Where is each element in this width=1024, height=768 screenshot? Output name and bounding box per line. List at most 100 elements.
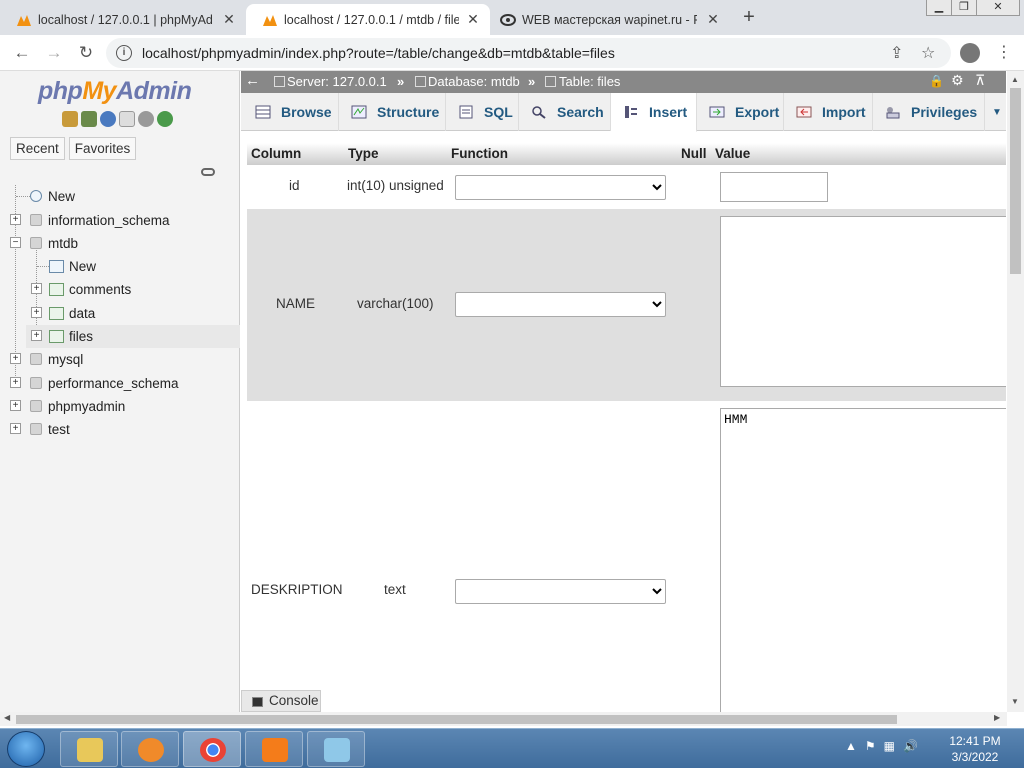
tree-item-mtdb-new[interactable]: New	[69, 255, 96, 277]
header-value: Value	[715, 146, 751, 161]
network-icon[interactable]: ▦	[884, 739, 895, 753]
taskbar-explorer[interactable]	[60, 731, 118, 767]
close-window-icon[interactable]: ✕	[976, 0, 1020, 16]
taskbar-media-player[interactable]	[121, 731, 179, 767]
new-tab-button[interactable]: +	[738, 6, 760, 28]
tab-browse[interactable]: Browse	[241, 93, 339, 131]
lock-icon[interactable]: 🔒	[929, 74, 944, 88]
volume-icon[interactable]: 🔊	[903, 739, 918, 753]
window-controls: ▁ ❐ ✕	[926, 0, 1020, 18]
profile-avatar-icon[interactable]	[960, 43, 980, 63]
forward-arrow-icon[interactable]: →	[42, 41, 66, 65]
function-select[interactable]	[455, 579, 666, 604]
share-icon[interactable]: ⇪	[890, 43, 903, 63]
scroll-down-icon[interactable]: ▼	[1011, 697, 1019, 706]
recent-tab[interactable]: Recent	[10, 137, 65, 160]
horizontal-scrollbar[interactable]: ◀ ▶	[0, 712, 1007, 726]
scrollbar-thumb[interactable]	[1010, 88, 1021, 274]
value-textarea-deskription[interactable]: HMM	[720, 408, 1006, 712]
home-icon[interactable]	[62, 111, 78, 127]
tree-item-mysql[interactable]: mysql	[48, 348, 83, 370]
scrollbar-thumb[interactable]	[16, 715, 897, 724]
value-textarea-name[interactable]	[720, 216, 1006, 387]
expand-icon[interactable]: +	[10, 353, 21, 364]
close-tab-icon[interactable]: ✕	[464, 10, 482, 28]
function-select[interactable]	[455, 292, 666, 317]
expand-icon[interactable]: +	[10, 214, 21, 225]
tab-search-label: Search	[557, 104, 604, 120]
reload-icon[interactable]: ↻	[74, 41, 98, 65]
tab-search[interactable]: Search	[519, 93, 611, 131]
console-button[interactable]: Console	[241, 690, 321, 712]
taskbar-chrome[interactable]	[183, 731, 241, 767]
tab-sql[interactable]: SQL	[446, 93, 519, 131]
tree-item-comments[interactable]: comments	[69, 278, 131, 300]
minimize-panel-icon[interactable]: ⊼	[975, 72, 985, 89]
collapse-icon[interactable]: −	[10, 237, 21, 248]
breadcrumb-table[interactable]: Table: files	[559, 74, 620, 89]
address-bar[interactable]: i localhost/phpmyadmin/index.php?route=/…	[106, 38, 951, 68]
favorites-tab[interactable]: Favorites	[68, 137, 137, 160]
back-arrow-icon[interactable]: ←	[10, 41, 34, 65]
collapse-arrow-icon[interactable]: ←	[245, 72, 260, 89]
restore-icon[interactable]: ❐	[951, 0, 977, 16]
start-button[interactable]	[7, 731, 45, 767]
tree-item-data[interactable]: data	[69, 302, 95, 324]
expand-icon[interactable]: +	[31, 283, 42, 294]
tree-item-performance-schema[interactable]: performance_schema	[48, 372, 179, 394]
taskbar: ▲ ⚑ ▦ 🔊 12:41 PM 3/3/2022	[0, 728, 1024, 768]
taskbar-xampp[interactable]	[245, 731, 303, 767]
phpmyadmin-logo[interactable]: phpMyAdmin	[38, 77, 192, 106]
site-info-icon[interactable]: i	[116, 45, 132, 61]
expand-icon[interactable]: +	[31, 330, 42, 341]
tree-item-phpmyadmin[interactable]: phpmyadmin	[48, 395, 125, 417]
bookmark-star-icon[interactable]: ☆	[921, 43, 935, 63]
tab-structure[interactable]: Structure	[339, 93, 446, 131]
browser-menu-icon[interactable]: ⋮	[996, 43, 1012, 63]
browser-tab-1[interactable]: localhost / 127.0.0.1 | phpMyAdmin ✕	[0, 4, 246, 35]
minimize-icon[interactable]: ▁	[926, 0, 952, 16]
reload-navigation-icon[interactable]	[157, 111, 173, 127]
settings-gear-icon[interactable]	[138, 111, 154, 127]
documentation-icon[interactable]	[119, 111, 135, 127]
database-icon	[415, 76, 426, 87]
browser-tab-2[interactable]: localhost / 127.0.0.1 / mtdb / files ✕	[246, 4, 490, 35]
function-select[interactable]	[455, 175, 666, 200]
tab-import[interactable]: Import	[784, 93, 873, 131]
settings-gear-icon[interactable]: ⚙	[951, 72, 964, 89]
action-center-icon[interactable]: ⚑	[865, 739, 876, 753]
tab-export[interactable]: Export	[697, 93, 784, 131]
tree-item-information-schema[interactable]: information_schema	[48, 209, 170, 231]
breadcrumb-server[interactable]: Server: 127.0.0.1	[287, 74, 387, 89]
breadcrumb-database[interactable]: Database: mtdb	[428, 74, 520, 89]
browser-tab-3[interactable]: WEB мастерская wapinet.ru - F4 ✕	[484, 4, 730, 35]
close-tab-icon[interactable]: ✕	[704, 10, 722, 28]
link-with-main-panel-icon[interactable]	[201, 168, 215, 176]
tab-privileges[interactable]: Privileges	[873, 93, 985, 131]
new-database-icon[interactable]	[30, 190, 42, 202]
expand-icon[interactable]: +	[10, 400, 21, 411]
help-icon[interactable]	[100, 111, 116, 127]
value-input-id[interactable]	[720, 172, 828, 202]
tree-item-files[interactable]: files	[69, 325, 93, 347]
scroll-up-icon[interactable]: ▲	[1011, 75, 1019, 84]
scroll-left-icon[interactable]: ◀	[4, 713, 10, 722]
tabs-more-dropdown[interactable]: ▼	[985, 93, 1006, 131]
vertical-scrollbar[interactable]: ▲ ▼	[1007, 71, 1024, 712]
new-table-icon[interactable]	[49, 260, 64, 273]
logout-icon[interactable]	[81, 111, 97, 127]
tree-item-mtdb[interactable]: mtdb	[48, 232, 78, 254]
header-function: Function	[451, 146, 508, 161]
taskbar-notepad[interactable]	[307, 731, 365, 767]
scroll-right-icon[interactable]: ▶	[994, 713, 1000, 722]
expand-icon[interactable]: +	[31, 307, 42, 318]
tree-item-new[interactable]: New	[48, 185, 75, 207]
taskbar-clock[interactable]: 12:41 PM 3/3/2022	[940, 733, 1010, 765]
tree-item-test[interactable]: test	[48, 418, 70, 440]
close-tab-icon[interactable]: ✕	[220, 10, 238, 28]
show-hidden-icons-icon[interactable]: ▲	[845, 739, 857, 753]
expand-icon[interactable]: +	[10, 377, 21, 388]
tab-insert[interactable]: Insert	[611, 93, 697, 132]
url-text[interactable]: localhost/phpmyadmin/index.php?route=/ta…	[142, 45, 615, 61]
expand-icon[interactable]: +	[10, 423, 21, 434]
